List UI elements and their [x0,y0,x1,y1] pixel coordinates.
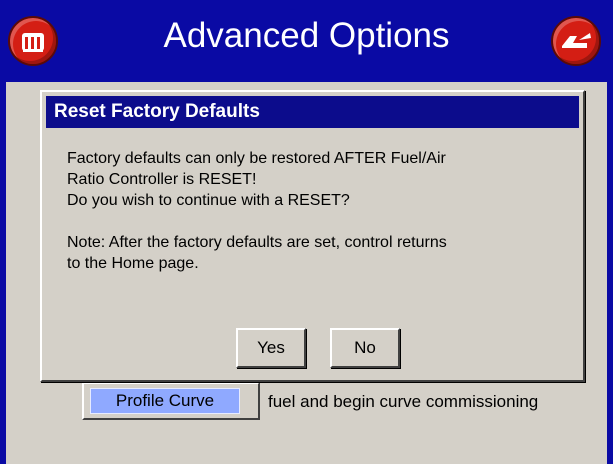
dialog-message-line: Ratio Controller is RESET! [67,171,257,188]
no-button[interactable]: No [330,328,400,368]
frame-left-edge [0,82,6,464]
profile-curve-label: Profile Curve [90,388,240,414]
dialog-title: Reset Factory Defaults [54,101,260,122]
dialog-message-line: Do you wish to continue with a RESET? [67,192,350,209]
back-button[interactable] [551,16,601,66]
dialog-message: Factory defaults can only be restored AF… [67,148,567,274]
reset-factory-defaults-dialog: Reset Factory Defaults Factory defaults … [40,90,585,382]
dialog-note-line: Note: After the factory defaults are set… [67,234,447,251]
dialog-message-line: Factory defaults can only be restored AF… [67,150,446,167]
header-separator [0,82,613,88]
back-icon [562,33,591,48]
header-bar: Advanced Options [0,0,613,82]
page-title: Advanced Options [163,16,450,55]
dialog-title-bar: Reset Factory Defaults [46,96,579,128]
dialog-note-line: to the Home page. [67,255,199,272]
frame-right-edge [607,82,613,464]
advanced-options-screen: Advanced Options Profile Curve fuel and … [0,0,613,464]
profile-curve-button[interactable]: Profile Curve [82,382,260,420]
yes-button[interactable]: Yes [236,328,306,368]
profile-curve-description: fuel and begin curve commissioning [268,392,539,411]
